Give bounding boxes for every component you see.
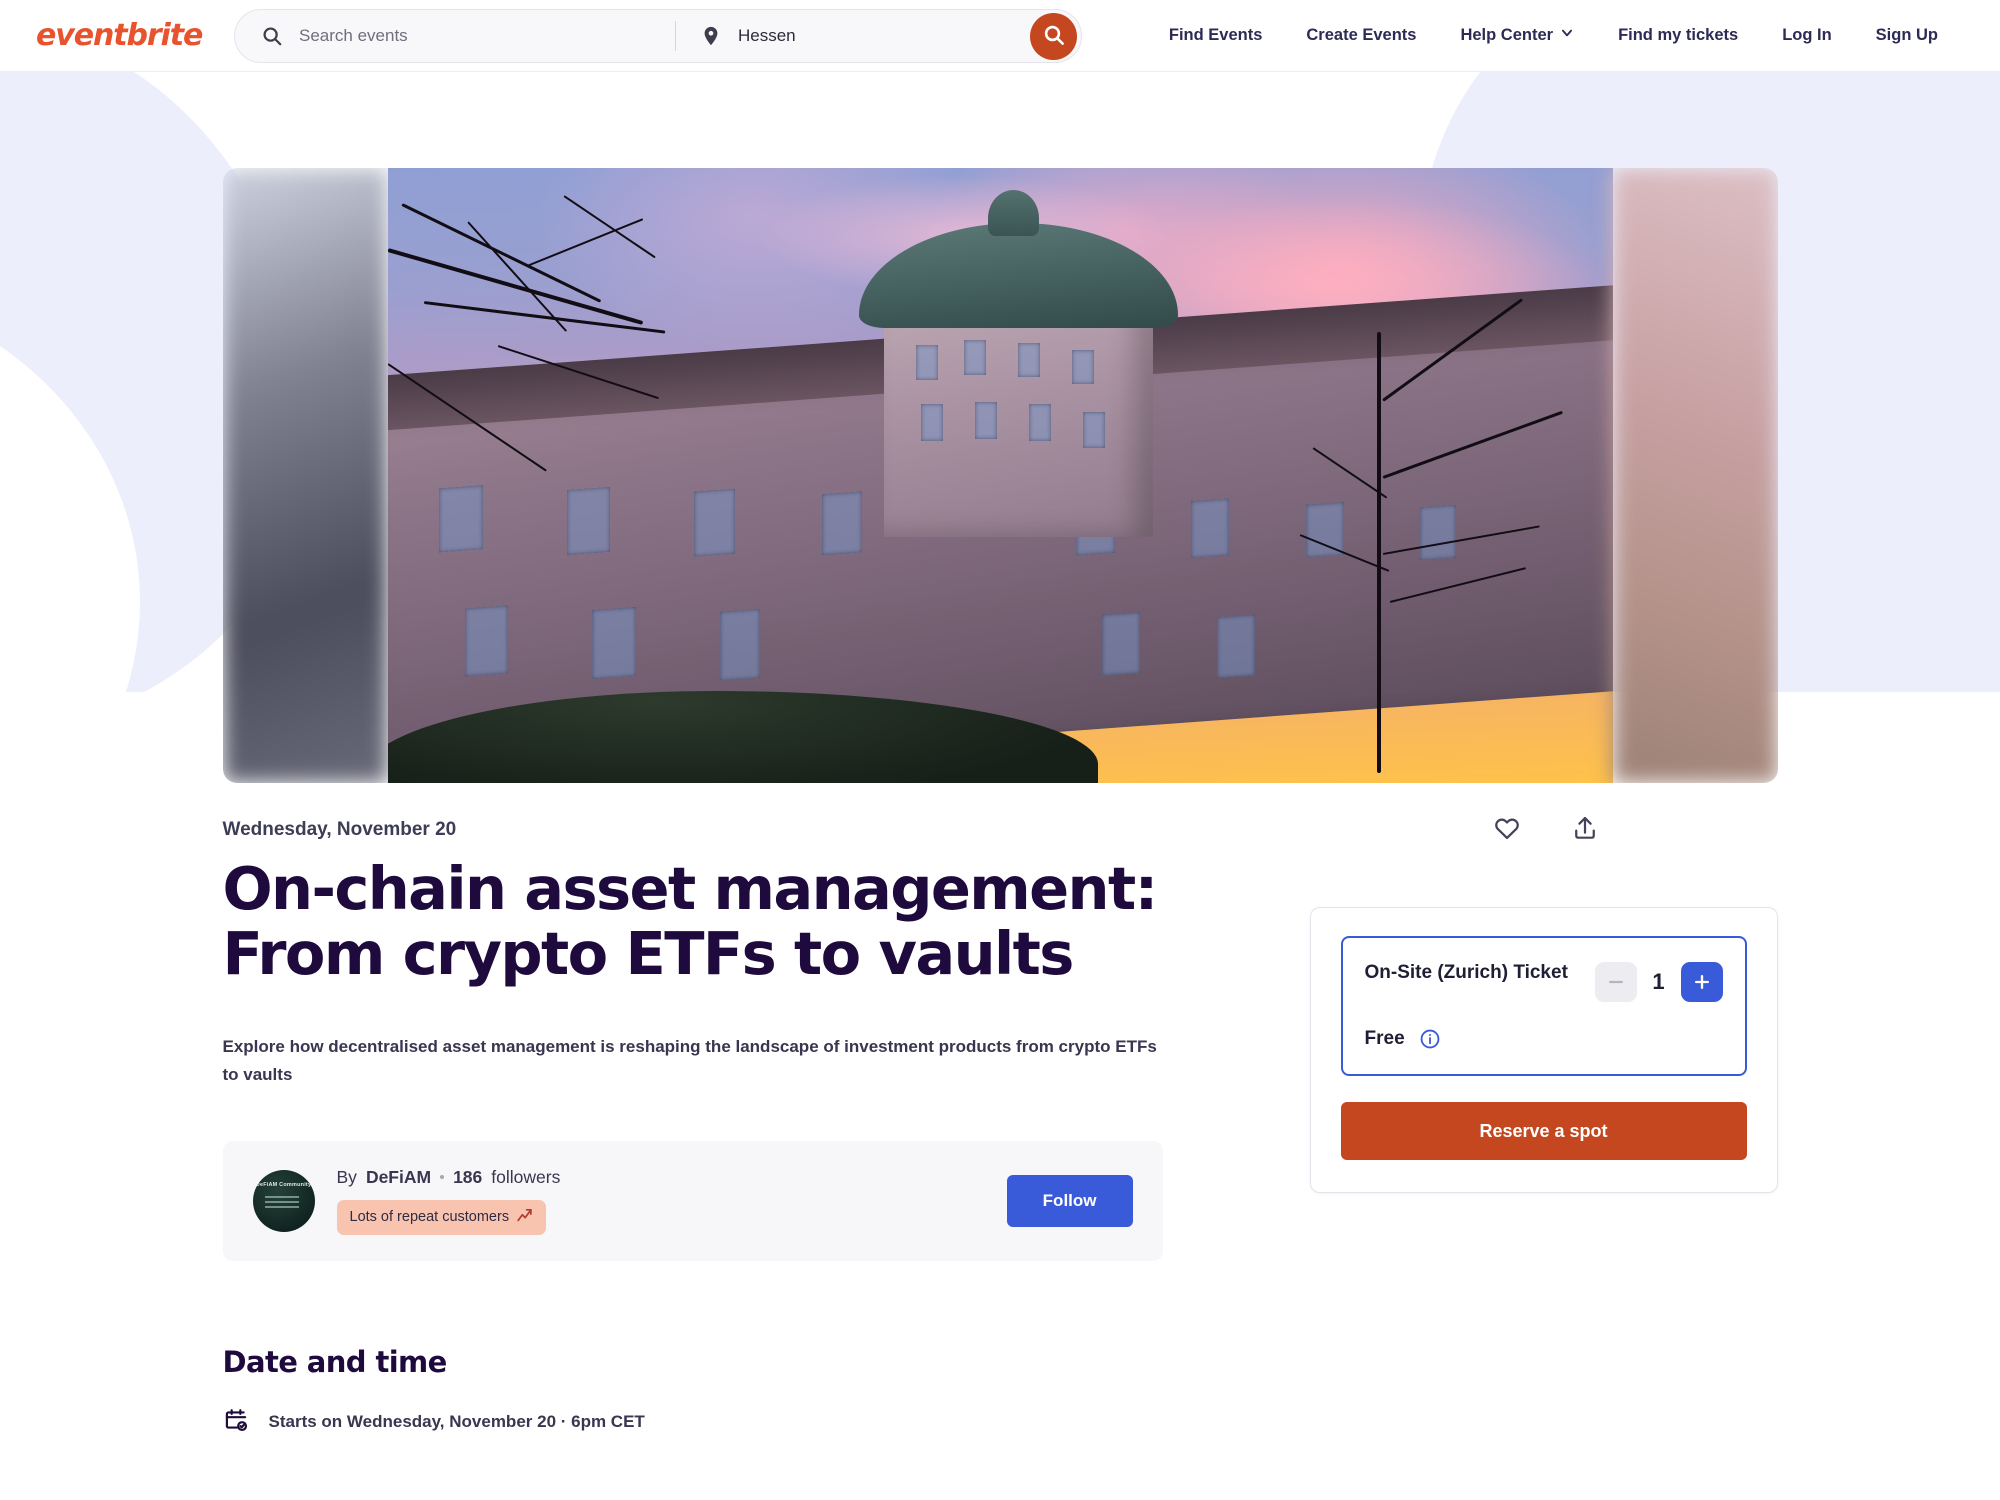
- ticket-panel: On-Site (Zurich) Ticket 1 Free Reserve a…: [1309, 907, 1778, 1193]
- bare-tree-right: [1294, 298, 1613, 783]
- search-icon: [259, 23, 285, 49]
- search-submit-button[interactable]: [1030, 12, 1077, 60]
- event-date-label: Wednesday, November 20: [222, 819, 457, 840]
- ticket-price: Free: [1364, 1028, 1405, 1049]
- reserve-spot-button[interactable]: Reserve a spot: [1340, 1102, 1747, 1160]
- follow-button[interactable]: Follow: [1006, 1174, 1133, 1227]
- calendar-check-icon: [223, 1407, 249, 1438]
- nav-help-center[interactable]: Help Center: [1438, 26, 1596, 45]
- ticket-price-row: Free: [1365, 1028, 1723, 1050]
- chevron-down-icon: [1560, 26, 1574, 45]
- event-details-column: Wednesday, November 20 On-chain asset ma…: [222, 819, 1163, 1438]
- event-content: Wednesday, November 20 On-chain asset ma…: [222, 783, 1778, 1438]
- page-title: On-chain asset management: From crypto E…: [222, 854, 1159, 988]
- content-columns: Wednesday, November 20 On-chain asset ma…: [222, 819, 1778, 1438]
- quantity-stepper: 1: [1594, 960, 1723, 1002]
- search-bar: Search events Hessen: [234, 8, 1082, 63]
- quantity-value: 1: [1652, 969, 1665, 994]
- ticket-option[interactable]: On-Site (Zurich) Ticket 1 Free: [1340, 936, 1747, 1076]
- date-time-value: Starts on Wednesday, November 20 · 6pm C…: [268, 1412, 645, 1432]
- organizer-by-label: By: [336, 1166, 357, 1187]
- location-pin-icon: [698, 23, 724, 49]
- followers-count: 186: [453, 1166, 483, 1187]
- organizer-byline: By DeFiAM 186 followers: [337, 1167, 561, 1188]
- hero-blur-left: [222, 168, 388, 783]
- share-icon[interactable]: [1568, 811, 1602, 845]
- nav-label: Find Events: [1168, 26, 1263, 44]
- avatar-label: DeFiAM Community: [255, 1181, 312, 1188]
- nav-label: Create Events: [1306, 26, 1417, 44]
- badge-text: Lots of repeat customers: [349, 1209, 510, 1226]
- organizer-avatar[interactable]: DeFiAM Community: [252, 1169, 315, 1232]
- ticket-top-row: On-Site (Zurich) Ticket 1: [1365, 960, 1723, 1002]
- search-events-field[interactable]: Search events: [235, 10, 675, 62]
- heart-icon[interactable]: [1490, 811, 1524, 845]
- nav-sign-up[interactable]: Sign Up: [1854, 26, 1960, 45]
- separator-dot: [440, 1175, 445, 1180]
- followers-label: followers: [491, 1166, 561, 1187]
- decor-blob-left-cutout: [0, 282, 140, 692]
- nav-label: Find my tickets: [1618, 26, 1739, 44]
- chart-increasing-icon: [516, 1207, 533, 1228]
- nav-create-events[interactable]: Create Events: [1284, 26, 1438, 45]
- decrease-quantity-button[interactable]: [1594, 962, 1637, 1002]
- nav-find-my-tickets[interactable]: Find my tickets: [1596, 26, 1760, 45]
- info-icon[interactable]: [1419, 1028, 1441, 1050]
- nav-label: Log In: [1782, 26, 1832, 44]
- nav-label: Sign Up: [1875, 26, 1938, 44]
- search-location-field[interactable]: Hessen: [676, 10, 1081, 62]
- organizer-name[interactable]: DeFiAM: [366, 1167, 431, 1188]
- search-location-input[interactable]: Hessen: [738, 26, 796, 46]
- nav-label: Help Center: [1460, 26, 1554, 44]
- nav-log-in[interactable]: Log In: [1760, 26, 1853, 45]
- status-badge: Lots of repeat customers: [336, 1199, 547, 1235]
- search-events-input[interactable]: Search events: [299, 26, 408, 46]
- organizer-card: DeFiAM Community By DeFiAM 186 followers: [222, 1140, 1163, 1261]
- bare-tree-left: [387, 168, 756, 611]
- event-actions: [1490, 811, 1602, 845]
- page-root: eventbrite Search events Hessen Find Eve…: [0, 0, 2000, 1500]
- site-header: eventbrite Search events Hessen Find Eve…: [0, 0, 2000, 72]
- event-hero-image: [222, 168, 1778, 783]
- search-submit-icon: [1042, 23, 1066, 50]
- hero-blur-right: [1612, 168, 1778, 783]
- ticket-name: On-Site (Zurich) Ticket: [1364, 962, 1568, 983]
- avatar-decoration: [264, 1195, 299, 1211]
- date-time-row: Starts on Wednesday, November 20 · 6pm C…: [223, 1407, 1163, 1438]
- increase-quantity-button[interactable]: [1680, 962, 1723, 1002]
- eventbrite-logo[interactable]: eventbrite: [36, 18, 226, 53]
- date-time-heading: Date and time: [222, 1344, 448, 1379]
- hero-photo: [387, 168, 1613, 783]
- main-navigation: Find Events Create Events Help Center Fi…: [1147, 26, 1960, 45]
- nav-find-events[interactable]: Find Events: [1147, 26, 1285, 45]
- event-summary: Explore how decentralised asset manageme…: [222, 1036, 1157, 1084]
- organizer-info: By DeFiAM 186 followers Lots of repeat c…: [336, 1167, 561, 1235]
